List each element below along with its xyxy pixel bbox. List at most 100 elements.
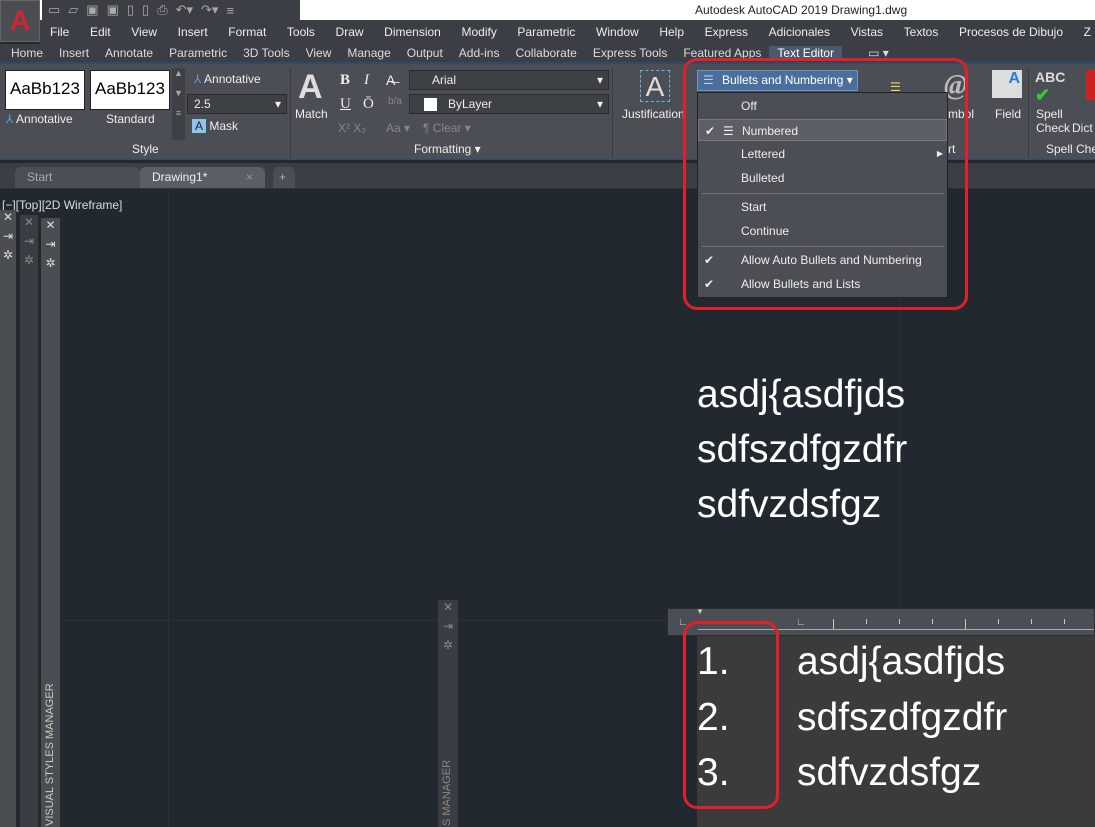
menu-z[interactable]: Z	[1084, 25, 1091, 39]
menu-draw[interactable]: Draw	[336, 25, 364, 39]
properties-icon[interactable]: ✲	[438, 638, 458, 657]
justification-icon: A	[640, 70, 670, 102]
change-case-button[interactable]: Aa ▾	[386, 121, 410, 135]
properties-icon[interactable]: ✲	[41, 256, 60, 275]
save-as-icon[interactable]: ▣	[107, 2, 119, 18]
menu-view[interactable]: View	[131, 25, 157, 39]
annotative-icon: ⅄	[6, 112, 14, 126]
font-value: Arial	[432, 73, 457, 87]
tab-collaborate[interactable]: Collaborate	[507, 46, 584, 60]
font-combo[interactable]: Arial	[409, 70, 609, 90]
label: Check	[1036, 121, 1071, 135]
menu-parametric[interactable]: Parametric	[517, 25, 575, 39]
tab-add-ins[interactable]: Add-ins	[451, 46, 508, 60]
color-combo[interactable]: ByLayer	[409, 94, 609, 114]
stack-icon[interactable]: b/a	[388, 96, 402, 107]
undo-icon[interactable]: ↶▾	[176, 2, 193, 18]
customize-icon[interactable]: ≡	[226, 3, 234, 18]
superscript-icon[interactable]: X² X₂	[338, 121, 366, 135]
first-line-indent-marker[interactable]: ▼	[696, 607, 704, 616]
tab-view[interactable]: View	[298, 46, 340, 60]
application-menu-button[interactable]: A	[0, 0, 40, 42]
menu-procesos-de-dibujo[interactable]: Procesos de Dibujo	[959, 25, 1063, 39]
annotative-toggle[interactable]: ⅄ Annotative	[194, 72, 261, 86]
tab-insert[interactable]: Insert	[51, 46, 97, 60]
menu-window[interactable]: Window	[596, 25, 639, 39]
list-item-text: sdfvzdsfgz	[797, 751, 982, 794]
label: Start	[27, 170, 53, 184]
palette-strip[interactable]: ✕ ⇥ ✲	[0, 210, 16, 827]
dictionaries-button[interactable]: Dict	[1072, 121, 1093, 135]
viewport-controls[interactable]: [−][Top][2D Wireframe]	[2, 198, 122, 212]
style-annotative[interactable]: AaBb123	[5, 70, 85, 110]
match-icon: A	[298, 68, 323, 106]
menu-file[interactable]: File	[50, 25, 69, 39]
menu-tools[interactable]: Tools	[287, 25, 315, 39]
close-icon[interactable]: ✕	[20, 215, 38, 234]
window-title: Autodesk AutoCAD 2019 Drawing1.dwg	[695, 3, 908, 17]
tab-parametric[interactable]: Parametric	[161, 46, 235, 60]
tab-manage[interactable]: Manage	[339, 46, 398, 60]
properties-icon[interactable]: ✲	[0, 248, 16, 267]
style-scroll[interactable]: ▲ ▼ ≡	[172, 68, 185, 140]
quick-access-toolbar: ▭ ▱ ▣ ▣ ▯ ▯ ⎙ ↶▾ ↷▾ ≡	[42, 0, 300, 20]
menu-adicionales[interactable]: Adicionales	[769, 25, 830, 39]
publish-icon[interactable]: ▯	[127, 2, 134, 18]
tab-start[interactable]: Start	[15, 167, 140, 188]
tab-marker[interactable]: ∟	[796, 617, 806, 628]
text-height-combo[interactable]: 2.5	[187, 94, 287, 114]
tab-drawing1[interactable]: Drawing1* ×	[140, 167, 265, 188]
menu-textos[interactable]: Textos	[904, 25, 939, 39]
clear-button[interactable]: ¶ Clear ▾	[423, 121, 471, 135]
new-tab-button[interactable]: +	[273, 167, 295, 188]
palette-title: S MANAGER	[441, 759, 453, 826]
menu-express[interactable]: Express	[705, 25, 748, 39]
label: Aa	[386, 121, 401, 135]
auto-hide-icon[interactable]: ⇥	[0, 229, 16, 248]
auto-hide-icon[interactable]: ⇥	[20, 234, 38, 253]
tab-home[interactable]: Home	[3, 46, 51, 60]
style-standard[interactable]: AaBb123	[90, 70, 170, 110]
canvas-text-line: sdfvzdsfgz	[697, 483, 882, 526]
export-icon[interactable]: ▯	[142, 2, 149, 18]
tab-annotate[interactable]: Annotate	[97, 46, 161, 60]
open-icon[interactable]: ▱	[68, 2, 78, 18]
palette-strip[interactable]: ✕ ⇥ ✲	[20, 215, 38, 827]
auto-hide-icon[interactable]: ⇥	[41, 237, 60, 256]
tab-3d-tools[interactable]: 3D Tools	[235, 46, 297, 60]
menu-modify[interactable]: Modify	[461, 25, 496, 39]
spell-check-icon: ABC ✔	[1035, 69, 1066, 105]
save-icon[interactable]: ▣	[86, 2, 98, 18]
mask-icon: A	[192, 119, 207, 133]
properties-icon[interactable]: ✲	[20, 253, 38, 272]
spell-check-button[interactable]: Spell Check	[1036, 107, 1070, 135]
bold-button[interactable]: B	[340, 72, 350, 89]
spell-panel-label: Spell Che	[1046, 142, 1095, 156]
menu-dimension[interactable]: Dimension	[384, 25, 441, 39]
close-tab-icon[interactable]: ×	[246, 170, 253, 184]
print-icon[interactable]: ⎙	[157, 2, 167, 18]
new-icon[interactable]: ▭	[48, 2, 60, 18]
overline-button[interactable]: Ō	[363, 96, 374, 113]
menu-edit[interactable]: Edit	[90, 25, 111, 39]
tab-output[interactable]: Output	[399, 46, 451, 60]
match-button[interactable]: Match	[295, 107, 328, 121]
menu-insert[interactable]: Insert	[178, 25, 208, 39]
italic-button[interactable]: I	[364, 72, 369, 89]
menu-vistas[interactable]: Vistas	[851, 25, 883, 39]
mask-button[interactable]: A Mask	[192, 119, 238, 133]
menu-help[interactable]: Help	[659, 25, 684, 39]
auto-hide-icon[interactable]: ⇥	[438, 619, 458, 638]
close-icon[interactable]: ✕	[438, 600, 458, 619]
menu-format[interactable]: Format	[228, 25, 266, 39]
close-icon[interactable]: ✕	[41, 218, 60, 237]
canvas-text-line: sdfszdfgzdfr	[697, 428, 908, 471]
close-icon[interactable]: ✕	[0, 210, 16, 229]
justification-button[interactable]: Justification	[622, 107, 685, 121]
field-button[interactable]: Field	[995, 107, 1021, 121]
underline-button[interactable]: U	[340, 96, 351, 113]
strikethrough-icon[interactable]: A̶	[386, 72, 395, 88]
label: Annotative	[204, 72, 261, 86]
redo-icon[interactable]: ↷▾	[201, 2, 218, 18]
tab-express-tools[interactable]: Express Tools	[585, 46, 675, 60]
